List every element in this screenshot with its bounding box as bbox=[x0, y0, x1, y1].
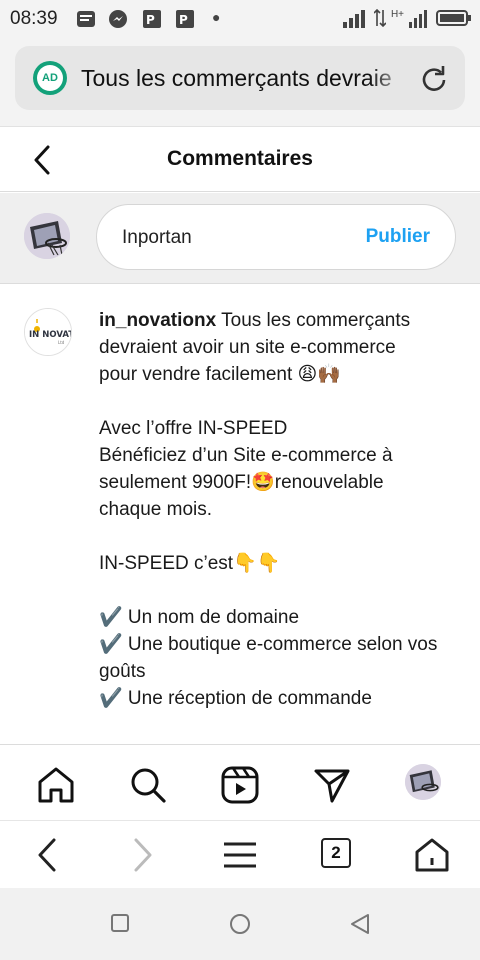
logo-text: IN NOVATION bbox=[29, 330, 72, 340]
svg-text:Ltd: Ltd bbox=[58, 340, 65, 345]
caption-line: ✔️ Une boutique e-commerce selon vos goû… bbox=[99, 634, 438, 682]
ad-badge-icon: AD bbox=[33, 61, 67, 95]
caption-line: Bénéficiez d’un Site e-commerce à seulem… bbox=[99, 445, 393, 520]
browser-forward-icon[interactable] bbox=[122, 835, 162, 875]
battery-icon bbox=[436, 10, 471, 26]
status-bar: 08:39 P P ● H+ bbox=[0, 0, 480, 40]
data-arrows-icon bbox=[373, 8, 386, 28]
system-home-icon[interactable] bbox=[229, 913, 251, 935]
recents-icon[interactable] bbox=[110, 913, 130, 933]
instagram-bottom-nav bbox=[0, 744, 480, 820]
reels-icon[interactable] bbox=[220, 765, 260, 805]
pdf-icon: P bbox=[142, 9, 162, 29]
signal-icon bbox=[342, 10, 365, 28]
menu-icon[interactable] bbox=[220, 835, 260, 875]
system-back-icon[interactable] bbox=[350, 913, 370, 935]
comment-input-text[interactable]: Inportan bbox=[122, 227, 192, 249]
browser-home-icon[interactable] bbox=[412, 835, 452, 875]
tabs-button[interactable]: 2 bbox=[321, 838, 351, 868]
svg-text:P: P bbox=[179, 13, 188, 27]
send-icon[interactable] bbox=[312, 765, 352, 805]
caption-comment: IN NOVATION Ltd in_novationx Tous les co… bbox=[0, 285, 480, 744]
status-time: 08:39 bbox=[10, 8, 58, 29]
search-icon[interactable] bbox=[128, 765, 168, 805]
network-type: H+ bbox=[390, 8, 404, 20]
svg-text:P: P bbox=[146, 13, 155, 27]
system-nav-bar bbox=[0, 888, 480, 960]
caption-line: ✔️ Une réception de commande bbox=[99, 688, 372, 709]
dot-icon: ● bbox=[212, 9, 221, 25]
caption-text: in_novationx Tous les commerçants devrai… bbox=[99, 307, 439, 712]
caption-line: ✔️ Un nom de domaine bbox=[99, 607, 300, 628]
reload-icon[interactable] bbox=[417, 63, 451, 97]
url-text[interactable]: Tous les commerçants devraie bbox=[81, 65, 409, 92]
signal-icon bbox=[409, 10, 427, 28]
comments-header: Commentaires bbox=[0, 126, 480, 192]
notes-icon bbox=[76, 9, 96, 29]
caption-line: IN-SPEED c’est👇👇 bbox=[99, 553, 281, 574]
browser-bottom-bar: 2 bbox=[0, 820, 480, 888]
comment-input[interactable]: Inportan Publier bbox=[96, 204, 456, 270]
publish-button[interactable]: Publier bbox=[366, 226, 430, 248]
profile-avatar[interactable] bbox=[405, 764, 441, 800]
status-right-icons: H+ bbox=[342, 8, 472, 28]
home-icon[interactable] bbox=[36, 765, 76, 805]
messenger-icon bbox=[108, 9, 128, 29]
browser-back-icon[interactable] bbox=[28, 835, 68, 875]
browser-address-bar: AD Tous les commerçants devraie bbox=[0, 40, 480, 126]
author-username[interactable]: in_novationx bbox=[99, 310, 216, 331]
page-title: Commentaires bbox=[167, 147, 313, 170]
pdf-icon: P bbox=[175, 9, 195, 29]
comment-composer: Inportan Publier bbox=[0, 193, 480, 284]
author-avatar[interactable]: IN NOVATION Ltd bbox=[24, 308, 72, 356]
caption-line: Avec l’offre IN-SPEED bbox=[99, 418, 288, 439]
url-field[interactable]: AD Tous les commerçants devraie bbox=[15, 46, 465, 110]
user-avatar[interactable] bbox=[24, 213, 70, 259]
